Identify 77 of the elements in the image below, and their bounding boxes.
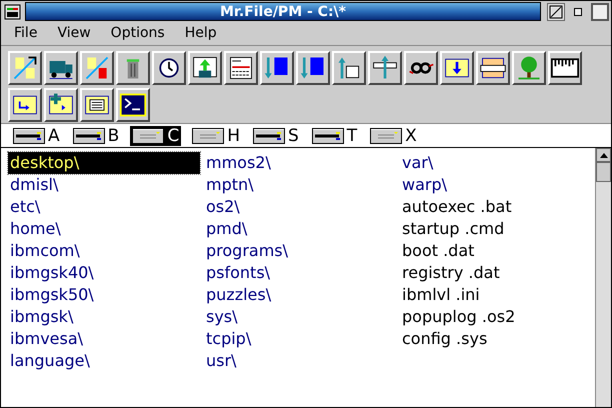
drive-button[interactable]: B: [70, 126, 122, 146]
folder-entry[interactable]: usr\: [204, 350, 400, 372]
scroll-thumb[interactable]: [596, 162, 611, 182]
folder-entry[interactable]: ibmvesa\: [8, 328, 204, 350]
drive-button[interactable]: X: [368, 126, 419, 146]
menu-item[interactable]: Options: [110, 23, 165, 44]
floppy-drive-icon: [72, 128, 105, 144]
toolbar-button[interactable]: [8, 88, 42, 122]
folder-entry[interactable]: os2\: [204, 196, 400, 218]
folder-entry[interactable]: puzzles\: [204, 284, 400, 306]
maximize-button[interactable]: [591, 2, 609, 20]
folder-entry[interactable]: mmos2\: [204, 152, 400, 174]
toolbar-button[interactable]: [296, 51, 330, 85]
menu-item[interactable]: Help: [184, 23, 217, 44]
scroll-up-icon[interactable]: [600, 152, 608, 158]
toolbar-button[interactable]: [116, 88, 150, 122]
floppy-drive-icon: [312, 128, 344, 144]
file-entry[interactable]: popuplog .os2: [400, 306, 595, 328]
folder-entry[interactable]: language\: [8, 350, 204, 372]
file-entry[interactable]: config .sys: [400, 328, 595, 350]
file-entry[interactable]: startup .cmd: [400, 218, 595, 240]
toolbar-button[interactable]: [224, 51, 258, 85]
folder-entry[interactable]: sys\: [204, 306, 400, 328]
menu-item[interactable]: View: [57, 23, 91, 44]
drive-button[interactable]: T: [310, 126, 360, 146]
toolbar-button[interactable]: [44, 51, 78, 85]
toolbar-button[interactable]: [332, 51, 366, 85]
toolbar-button[interactable]: [548, 51, 582, 85]
toolbar-button[interactable]: [476, 51, 510, 85]
floppy-drive-icon: [13, 128, 45, 144]
toolbar-button[interactable]: [188, 51, 222, 85]
minimize-button[interactable]: [547, 2, 565, 20]
toolbar-button[interactable]: [116, 51, 150, 85]
drive-button[interactable]: S: [250, 126, 301, 146]
toolbar-button[interactable]: [260, 51, 294, 85]
file-entry[interactable]: boot .dat: [400, 240, 595, 262]
toolbar-button[interactable]: [368, 51, 402, 85]
folder-entry[interactable]: pmd\: [204, 218, 400, 240]
toolbar-button[interactable]: [404, 51, 438, 85]
terminal-icon: [119, 91, 147, 119]
folder-entry[interactable]: mptn\: [204, 174, 400, 196]
disk-drive-icon: [192, 128, 224, 144]
list-icon: [227, 54, 255, 82]
toolbar-button[interactable]: [44, 88, 78, 122]
file-entry[interactable]: autoexec .bat: [400, 196, 595, 218]
folder-entry[interactable]: ibmgsk40\: [8, 262, 204, 284]
copy-icon: [11, 54, 39, 82]
file-entry[interactable]: registry .dat: [400, 262, 595, 284]
folder-entry[interactable]: desktop\: [8, 152, 200, 174]
drive-button[interactable]: C: [130, 126, 182, 146]
toolbar-button[interactable]: [440, 51, 474, 85]
disk-drive-icon: [132, 128, 164, 144]
window-title: Mr.File/PM - C:\*: [25, 2, 541, 21]
folder-entry[interactable]: warp\: [400, 174, 595, 196]
toolbar-button[interactable]: [80, 51, 114, 85]
folder-entry[interactable]: programs\: [204, 240, 400, 262]
folder-entry[interactable]: var\: [400, 152, 595, 174]
folder-entry[interactable]: ibmgsk50\: [8, 284, 204, 306]
folder-entry[interactable]: home\: [8, 218, 204, 240]
folder-entry[interactable]: ibmcom\: [8, 240, 204, 262]
drive-button[interactable]: A: [11, 126, 62, 146]
app-icon[interactable]: [3, 2, 23, 20]
folder-entry[interactable]: etc\: [8, 196, 204, 218]
folder-entry[interactable]: psfonts\: [204, 262, 400, 284]
folder-entry[interactable]: ibmgsk\: [8, 306, 204, 328]
disk-drive-icon: [370, 128, 402, 144]
drive-button[interactable]: H: [190, 126, 242, 146]
toolbar-button[interactable]: [80, 88, 114, 122]
toolbar-button[interactable]: [512, 51, 546, 85]
folder-entry[interactable]: tcpip\: [204, 328, 400, 350]
file-entry[interactable]: ibmlvl .ini: [400, 284, 595, 306]
folder-entry[interactable]: dmisl\: [8, 174, 204, 196]
floppy-drive-icon: [252, 128, 285, 144]
toolbar-button[interactable]: [152, 51, 186, 85]
copy-icon: [83, 54, 111, 82]
toolbar-button[interactable]: [8, 51, 42, 85]
menu-item[interactable]: File: [14, 23, 38, 44]
